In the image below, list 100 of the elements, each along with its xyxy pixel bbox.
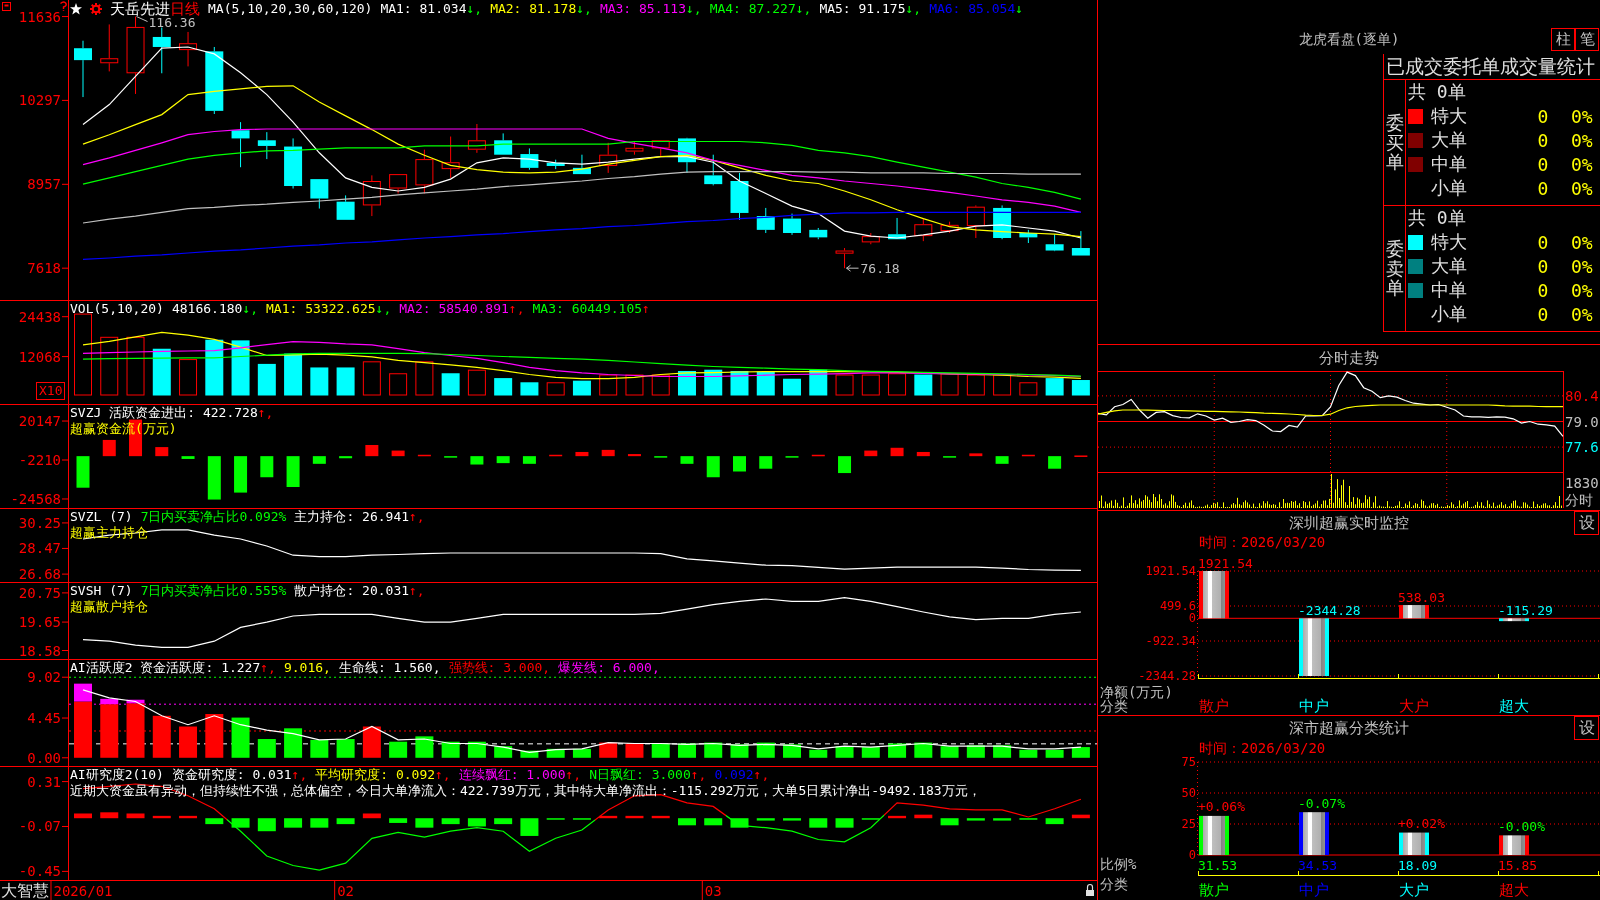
flow-bar	[549, 454, 563, 457]
candle	[704, 154, 723, 186]
trend-arrow: ↓,	[466, 1, 483, 17]
axis-label: -0.45	[18, 863, 61, 880]
axis-label: 0.31	[27, 773, 61, 790]
section-title: 深圳超赢实时监控	[1289, 513, 1409, 533]
research-bar	[389, 818, 408, 823]
flow-bar	[365, 445, 379, 457]
order-count: 0	[1537, 279, 1549, 301]
change-label: +0.02%	[1398, 816, 1445, 832]
order-share: 0%	[1571, 105, 1593, 127]
axis-label: 10297	[18, 92, 61, 109]
research-bar	[100, 812, 119, 819]
category-label: 中户	[1299, 697, 1329, 715]
section-title: 深市超赢分类统计	[1289, 718, 1409, 738]
mode-button[interactable]: 柱	[1551, 28, 1575, 51]
activity-bar	[310, 739, 329, 758]
flow-bar	[838, 456, 852, 474]
legend-label: 强势线: 3.000,	[448, 660, 551, 676]
mode-button[interactable]: 笔	[1575, 28, 1599, 51]
star-icon	[70, 3, 82, 15]
research-bar	[783, 818, 801, 821]
axis-label: 0	[1188, 611, 1196, 626]
axis-label: 0.00	[27, 749, 61, 766]
trend-arrow: ↑,	[291, 767, 308, 783]
volume-bar	[704, 369, 723, 396]
ratio-bar	[1399, 832, 1429, 855]
activity-bar	[389, 741, 408, 758]
flow-bar	[522, 456, 536, 464]
axis-label: 75	[1181, 757, 1196, 769]
activity-bar	[1071, 747, 1090, 758]
pointer-arrow	[846, 264, 860, 272]
axis-title: 分类	[1100, 876, 1128, 892]
candle	[205, 46, 224, 115]
axis-label: 20147	[18, 413, 61, 430]
order-share: 0%	[1571, 177, 1593, 199]
period-label: 日线	[170, 1, 200, 17]
change-label: -0.00%	[1498, 818, 1545, 834]
legend-label: SVZL (7)	[70, 509, 133, 525]
flow-bar	[759, 456, 773, 469]
candle	[74, 40, 92, 98]
candle	[940, 221, 959, 234]
legend-label: 资金研究度: 0.031	[171, 767, 292, 783]
axis-label: 79.0	[1565, 413, 1599, 430]
total-label: 共 0单	[1408, 206, 1466, 230]
research-bar	[651, 815, 670, 819]
flow-bar	[575, 451, 589, 457]
activity-bar	[993, 745, 1012, 758]
activity-bar	[783, 744, 801, 758]
activity-bar	[257, 739, 276, 758]
order-count: 0	[1537, 255, 1549, 277]
axis-label: 11636	[18, 8, 61, 25]
settings-button[interactable]: 设	[1574, 511, 1599, 535]
multiplier-label: X10	[36, 382, 66, 400]
ratio-bar	[1199, 815, 1229, 855]
candle	[546, 159, 565, 170]
volume-bar	[205, 339, 224, 396]
flow-bar	[706, 456, 720, 478]
flow-bar	[1021, 454, 1035, 457]
legend-label: MA2: 81.178	[490, 1, 577, 17]
ratio-bar	[1499, 835, 1529, 855]
flow-bar	[391, 450, 405, 457]
research-bar	[1071, 814, 1090, 819]
activity-bar	[336, 739, 355, 758]
axis-label: 4.45	[27, 710, 61, 727]
flow-bar	[181, 456, 195, 459]
volume-bar	[257, 363, 276, 396]
activity-bar	[520, 750, 539, 758]
activity-bar	[415, 736, 434, 758]
order-type: 小单	[1431, 176, 1467, 200]
order-share: 0%	[1571, 129, 1593, 151]
legend-label: AI研究度2(10)	[70, 767, 164, 783]
candle	[520, 147, 539, 171]
order-share: 0%	[1571, 279, 1593, 301]
candle	[179, 31, 198, 67]
research-bar	[494, 818, 513, 825]
axis-label: 30.25	[18, 514, 61, 531]
activity-bar	[809, 749, 828, 758]
flow-bar	[864, 450, 878, 457]
category-label: 大户	[1399, 697, 1429, 715]
activity-bar	[861, 747, 880, 758]
legend-label: MA3: 60449.105	[532, 301, 643, 317]
panel-title: 龙虎看盘(逐单)	[1298, 30, 1400, 49]
change-label: +0.06%	[1198, 799, 1245, 815]
volume-bar	[494, 378, 513, 396]
legend-label: N日飘红: 3.000	[589, 767, 691, 783]
trend-arrow: ↑,	[435, 767, 451, 783]
order-share: 0%	[1571, 153, 1593, 175]
axis-label: 7618	[27, 260, 61, 277]
volume-bar	[1019, 382, 1038, 396]
activity-bar	[678, 743, 696, 758]
activity-bar	[966, 745, 985, 758]
order-share: 0%	[1571, 255, 1593, 277]
order-type: 中单	[1431, 278, 1467, 302]
total-label: 共 0单	[1408, 80, 1466, 104]
axis-title: 比例%	[1100, 856, 1137, 872]
flow-bar	[470, 456, 484, 465]
legend-label: 9.016,	[283, 660, 331, 676]
settings-button[interactable]: 设	[1574, 716, 1599, 740]
legend-label: 7日内买卖净占比0.555%	[140, 583, 287, 599]
